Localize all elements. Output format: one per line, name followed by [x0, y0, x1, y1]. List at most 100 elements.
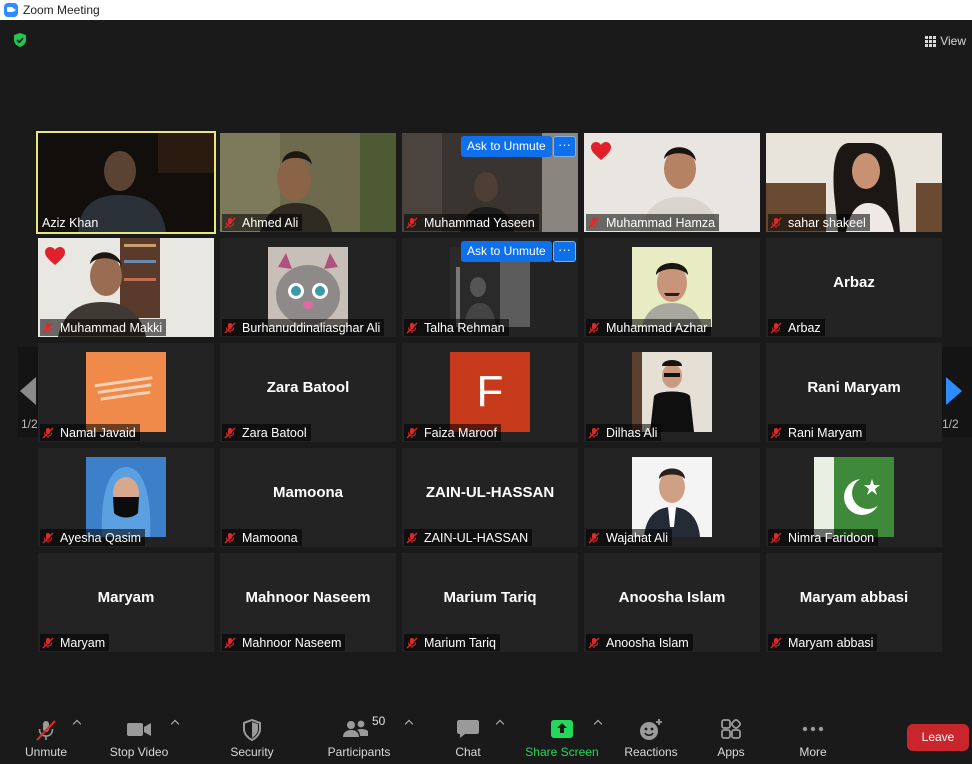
audio-options-caret[interactable]: [72, 718, 84, 730]
muted-microphone-icon: [406, 217, 418, 228]
share-screen-label: Share Screen: [525, 745, 599, 759]
participant-name: Muhammad Azhar: [606, 320, 708, 335]
video-tile-ahmed-ali[interactable]: Ahmed Ali: [220, 133, 396, 232]
participant-name: Ayesha Qasim: [60, 530, 142, 545]
video-tile-wajahat-ali[interactable]: Wajahat Ali: [584, 448, 760, 547]
reactions-button[interactable]: Reactions: [624, 714, 678, 760]
participant-name: Aziz Khan: [42, 215, 99, 230]
video-tile-zain-ul-hassan[interactable]: ZAIN-UL-HASSAN ZAIN-UL-HASSAN: [402, 448, 578, 547]
participant-display-name: Anoosha Islam: [618, 589, 726, 606]
participant-name-bar: Arbaz: [768, 319, 825, 336]
participant-name: Zara Batool: [242, 425, 307, 440]
more-button[interactable]: More: [794, 714, 832, 760]
participant-display-name: Marium Tariq: [443, 589, 537, 606]
muted-microphone-icon: [588, 532, 600, 543]
video-tile-burhanuddinaliasghar-ali[interactable]: Burhanuddinaliasghar Ali: [220, 238, 396, 337]
video-tile-anoosha-islam[interactable]: Anoosha Islam Anoosha Islam: [584, 553, 760, 652]
video-tile-mahnoor-naseem[interactable]: Mahnoor Naseem Mahnoor Naseem: [220, 553, 396, 652]
ask-to-unmute-button[interactable]: Ask to Unmute: [461, 136, 552, 157]
page-indicator-left: 1/2: [21, 417, 38, 431]
participant-display-name: ZAIN-UL-HASSAN: [425, 484, 555, 501]
participant-more-options-button[interactable]: ···: [553, 241, 576, 262]
participant-name: Muhammad Hamza: [606, 215, 716, 230]
view-label: View: [940, 34, 966, 48]
muted-microphone-icon: [588, 217, 600, 228]
previous-page-arrow-icon[interactable]: [20, 377, 36, 405]
video-tile-maryam[interactable]: Maryam Maryam: [38, 553, 214, 652]
participant-name-bar: Maryam: [40, 634, 110, 651]
muted-microphone-icon: [770, 427, 782, 438]
apps-button[interactable]: Apps: [713, 714, 749, 760]
participant-name: Marium Tariq: [424, 635, 497, 650]
video-tile-marium-tariq[interactable]: Marium Tariq Marium Tariq: [402, 553, 578, 652]
video-tile-arbaz[interactable]: Arbaz Arbaz: [766, 238, 942, 337]
video-tile-talha-rehman[interactable]: Ask to Unmute ··· Talha Rehman: [402, 238, 578, 337]
apps-label: Apps: [717, 745, 745, 759]
participant-display-name: Maryam: [97, 589, 155, 606]
more-label: More: [799, 745, 827, 759]
video-tile-muhammad-yaseen[interactable]: Ask to Unmute ··· Muhammad Yaseen: [402, 133, 578, 232]
video-tile-nimra-faridoon[interactable]: Nimra Faridoon: [766, 448, 942, 547]
participant-name: ZAIN-UL-HASSAN: [424, 530, 529, 545]
muted-microphone-icon: [224, 322, 236, 333]
video-tile-aziz-khan[interactable]: Aziz Khan: [36, 131, 216, 234]
participant-more-options-button[interactable]: ···: [553, 136, 576, 157]
video-tile-dilhas-ali[interactable]: Dilhas Ali: [584, 343, 760, 442]
video-tile-ayesha-qasim[interactable]: Ayesha Qasim: [38, 448, 214, 547]
next-page-arrow-icon[interactable]: [946, 377, 962, 405]
page-indicator-right: 1/2: [942, 417, 959, 431]
video-tile-muhammad-azhar[interactable]: Muhammad Azhar: [584, 238, 760, 337]
video-tile-namal-javaid[interactable]: Namal Javaid: [38, 343, 214, 442]
participant-name-bar: Ayesha Qasim: [40, 529, 146, 546]
participant-name-bar: Aziz Khan: [40, 214, 102, 231]
share-screen-icon: [551, 720, 573, 738]
participant-display-name: Zara Batool: [266, 379, 350, 396]
participant-name: Muhammad Yaseen: [424, 215, 535, 230]
video-tile-muhammad-hamza[interactable]: Muhammad Hamza: [584, 133, 760, 232]
profile-picture: [632, 457, 712, 537]
profile-picture: [86, 457, 166, 537]
participant-name: Rani Maryam: [788, 425, 863, 440]
video-tile-muhammad-makki[interactable]: Muhammad Makki: [38, 238, 214, 337]
participants-options-caret[interactable]: [404, 718, 416, 730]
participant-name-bar: Rani Maryam: [768, 424, 867, 441]
video-tile-rani-maryam[interactable]: Rani Maryam Rani Maryam: [766, 343, 942, 442]
muted-microphone-icon: [36, 720, 56, 741]
participant-name-bar: Muhammad Hamza: [586, 214, 720, 231]
video-tile-faiza-maroof[interactable]: F Faiza Maroof: [402, 343, 578, 442]
share-screen-button[interactable]: Share Screen: [525, 714, 599, 760]
title-bar: Zoom Meeting: [0, 0, 972, 20]
chat-label: Chat: [455, 745, 481, 759]
ask-to-unmute-button[interactable]: Ask to Unmute: [461, 241, 552, 262]
video-options-caret[interactable]: [170, 718, 182, 730]
participant-name-bar: Wajahat Ali: [586, 529, 673, 546]
chat-button[interactable]: Chat: [447, 714, 489, 760]
security-button[interactable]: Security: [226, 714, 278, 760]
participants-button[interactable]: 50 Participants: [328, 714, 391, 760]
participant-name-bar: Zara Batool: [222, 424, 311, 441]
view-button[interactable]: View: [925, 31, 966, 51]
stop-video-button[interactable]: Stop Video: [108, 714, 170, 760]
share-screen-options-caret[interactable]: [593, 718, 605, 730]
participant-name-bar: Mamoona: [222, 529, 302, 546]
video-tile-maryam-abbasi[interactable]: Maryam abbasi Maryam abbasi: [766, 553, 942, 652]
unmute-button[interactable]: Unmute: [18, 714, 74, 760]
muted-microphone-icon: [770, 322, 782, 333]
encryption-shield-icon[interactable]: [12, 32, 28, 48]
participant-name-bar: Burhanuddinaliasghar Ali: [222, 319, 385, 336]
reactions-emoji-icon: [640, 719, 662, 740]
participant-name: Faiza Maroof: [424, 425, 497, 440]
video-tile-zara-batool[interactable]: Zara Batool Zara Batool: [220, 343, 396, 442]
participant-display-name: Rani Maryam: [807, 379, 901, 396]
muted-microphone-icon: [406, 427, 418, 438]
muted-microphone-icon: [770, 217, 782, 228]
video-tile-mamoona[interactable]: Mamoona Mamoona: [220, 448, 396, 547]
participant-name-bar: Mahnoor Naseem: [222, 634, 346, 651]
leave-meeting-button[interactable]: Leave: [907, 724, 969, 751]
video-tile-sahar-shakeel[interactable]: sahar shakeel: [766, 133, 942, 232]
chat-options-caret[interactable]: [495, 718, 507, 730]
muted-microphone-icon: [770, 637, 782, 648]
muted-microphone-icon: [770, 532, 782, 543]
profile-picture: [86, 352, 166, 432]
muted-microphone-icon: [42, 637, 54, 648]
